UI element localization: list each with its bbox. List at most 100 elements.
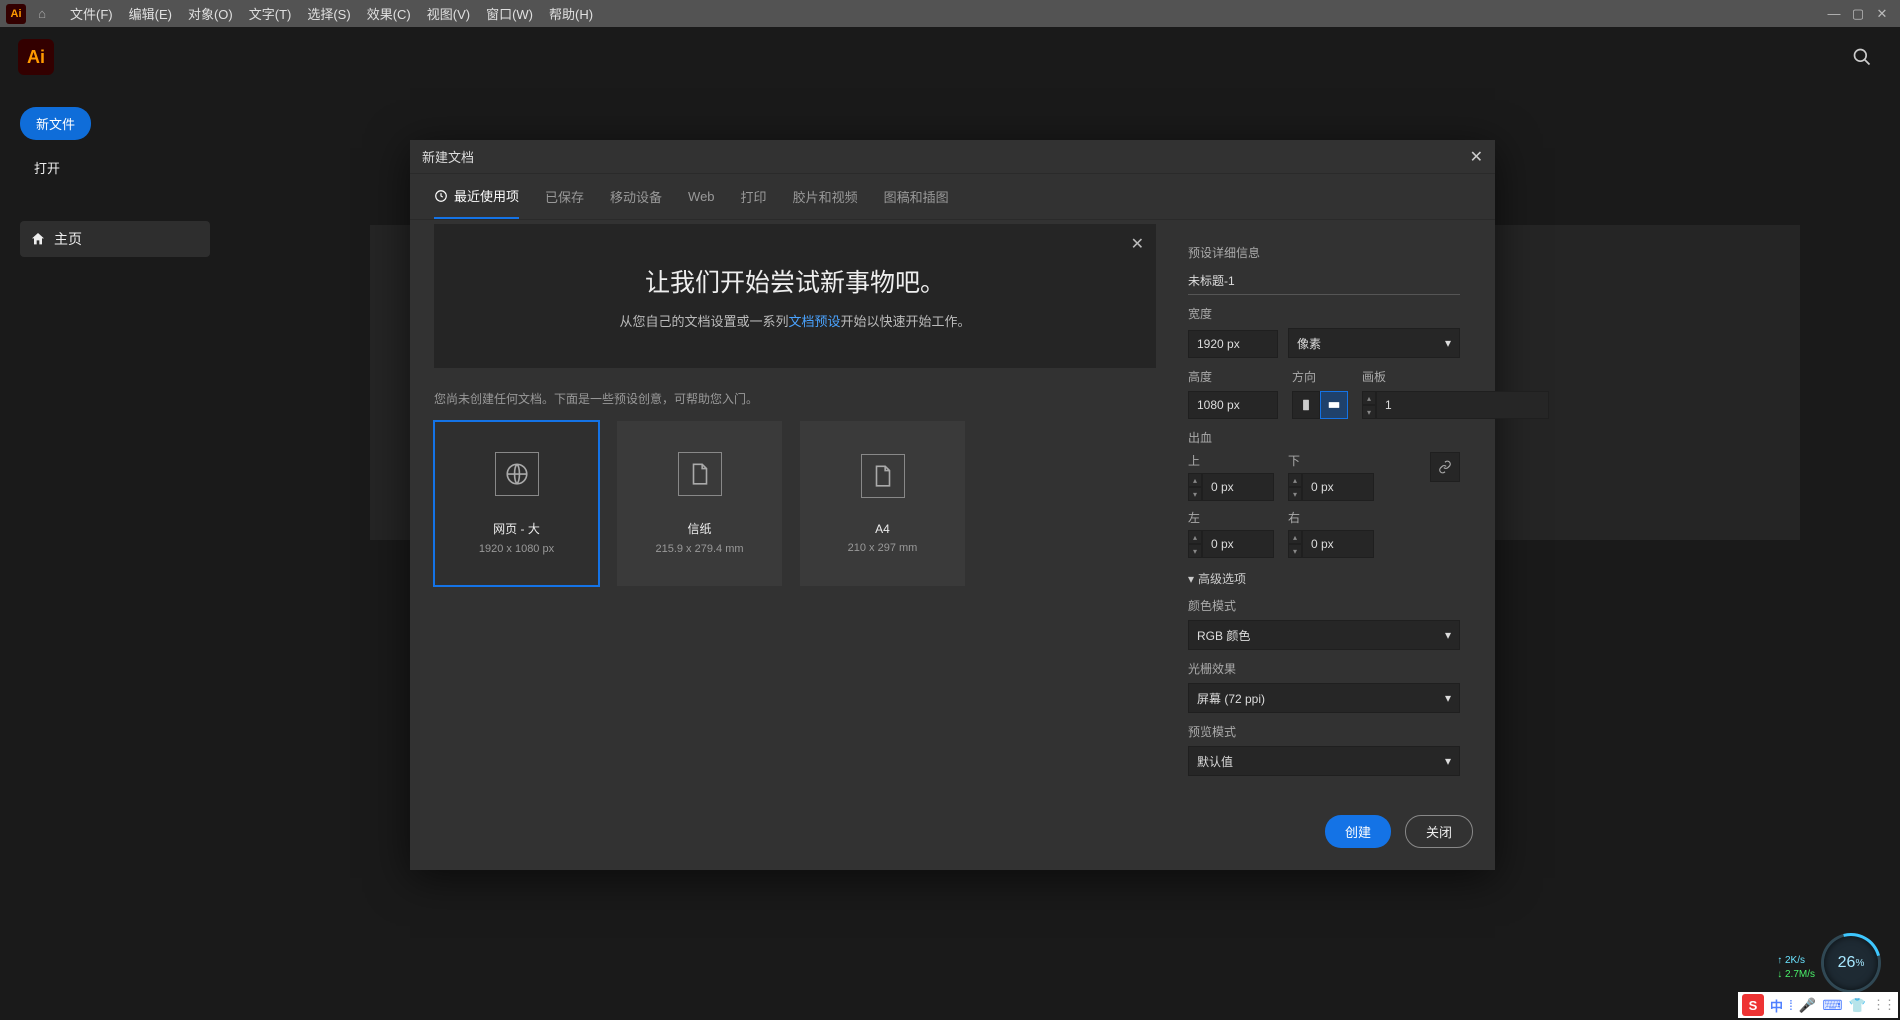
hero-link[interactable]: 文档预设 <box>788 314 840 329</box>
dialog-title: 新建文档 <box>422 147 474 166</box>
bleed-right-field[interactable] <box>1302 530 1374 558</box>
ime-language[interactable]: 中 <box>1770 996 1783 1015</box>
sogou-ime-icon[interactable]: S <box>1742 994 1764 1016</box>
tray-grip-icon[interactable]: ⋮⋮ <box>1872 997 1894 1013</box>
dialog-left-pane: ✕ 让我们开始尝试新事物吧。 从您自己的文档设置或一系列文档预设开始以快速开始工… <box>410 220 1180 870</box>
chevron-down-icon: ▾ <box>1188 572 1194 586</box>
document-name-field[interactable] <box>1188 267 1460 295</box>
preset-thumb-icon <box>861 454 905 498</box>
sidebar-label: 主页 <box>54 229 82 249</box>
ime-tray[interactable]: S 中 ⁞ 🎤 ⌨ 👕 ⋮⋮ <box>1738 992 1898 1018</box>
open-button[interactable]: 打开 <box>20 152 210 183</box>
units-select[interactable]: 像素 ▾ <box>1288 328 1460 358</box>
hero-close-icon[interactable]: ✕ <box>1131 234 1144 254</box>
artboard-field[interactable] <box>1376 391 1549 419</box>
orientation-landscape[interactable] <box>1320 391 1348 419</box>
tab-mobile[interactable]: 移动设备 <box>610 174 662 219</box>
close-button[interactable]: 关闭 <box>1405 815 1473 848</box>
tab-web[interactable]: Web <box>688 174 715 219</box>
menu-view[interactable]: 视图(V) <box>419 4 478 23</box>
create-button[interactable]: 创建 <box>1325 815 1391 848</box>
tab-saved[interactable]: 已保存 <box>545 174 584 219</box>
advanced-options-toggle[interactable]: ▾ 高级选项 <box>1188 570 1460 587</box>
home-nav-icon <box>30 231 46 247</box>
menubar: Ai ⌂ 文件(F) 编辑(E) 对象(O) 文字(T) 选择(S) 效果(C)… <box>0 0 1900 27</box>
preset-card-a4[interactable]: A4 210 x 297 mm <box>800 421 965 586</box>
new-file-button[interactable]: 新文件 <box>20 107 91 140</box>
home-icon[interactable]: ⌂ <box>32 6 52 21</box>
preset-title: 信纸 <box>687 520 711 537</box>
ime-keyboard-icon[interactable]: ⌨ <box>1822 997 1842 1014</box>
chevron-down-icon: ▾ <box>1445 754 1451 768</box>
sidebar-item-home[interactable]: 主页 <box>20 221 210 257</box>
tab-art[interactable]: 图稿和插图 <box>884 174 949 219</box>
search-icon[interactable] <box>1842 47 1882 67</box>
ime-punct-icon[interactable]: ⁞ <box>1789 997 1793 1013</box>
preset-thumb-icon <box>678 452 722 496</box>
height-field[interactable] <box>1188 391 1278 419</box>
ime-skin-icon[interactable]: 👕 <box>1849 997 1866 1014</box>
units-value: 像素 <box>1297 335 1321 352</box>
menu-edit[interactable]: 编辑(E) <box>121 4 180 23</box>
width-label: 宽度 <box>1188 305 1460 322</box>
dialog-titlebar: 新建文档 ✕ <box>410 140 1495 174</box>
window-minimize[interactable]: ― <box>1822 6 1846 21</box>
preset-title: A4 <box>875 522 890 536</box>
ime-mic-icon[interactable]: 🎤 <box>1799 997 1816 1014</box>
tab-recent[interactable]: 最近使用项 <box>434 174 519 219</box>
raster-label: 光栅效果 <box>1188 660 1460 677</box>
menu-file[interactable]: 文件(F) <box>62 4 121 23</box>
menu-window[interactable]: 窗口(W) <box>478 4 541 23</box>
chevron-down-icon: ▾ <box>1445 628 1451 642</box>
bleed-top-stepper[interactable]: ▴▾ <box>1188 473 1202 501</box>
orientation-portrait[interactable] <box>1292 391 1320 419</box>
raster-select[interactable]: 屏幕 (72 ppi) ▾ <box>1188 683 1460 713</box>
tab-print[interactable]: 打印 <box>741 174 767 219</box>
bleed-left-stepper[interactable]: ▴▾ <box>1188 530 1202 558</box>
left-sidebar: 新文件 打开 主页 <box>0 87 230 277</box>
width-field[interactable] <box>1188 330 1278 358</box>
raster-value: 屏幕 (72 ppi) <box>1197 690 1265 707</box>
bleed-top-field[interactable] <box>1202 473 1274 501</box>
menu-type[interactable]: 文字(T) <box>241 4 300 23</box>
orientation-label: 方向 <box>1292 368 1348 385</box>
hero-title: 让我们开始尝试新事物吧。 <box>645 263 945 299</box>
menu-help[interactable]: 帮助(H) <box>541 4 601 23</box>
bleed-bottom-stepper[interactable]: ▴▾ <box>1288 473 1302 501</box>
bleed-label: 出血 <box>1188 429 1460 446</box>
tab-label: 最近使用项 <box>454 186 519 205</box>
window-close[interactable]: ✕ <box>1870 6 1894 22</box>
color-mode-select[interactable]: RGB 颜色 ▾ <box>1188 620 1460 650</box>
clock-icon <box>434 189 448 203</box>
preview-mode-value: 默认值 <box>1197 753 1233 770</box>
preset-card-letter[interactable]: 信纸 215.9 x 279.4 mm <box>617 421 782 586</box>
dialog-tabs: 最近使用项 已保存 移动设备 Web 打印 胶片和视频 图稿和插图 <box>410 174 1495 220</box>
advanced-label: 高级选项 <box>1198 570 1246 587</box>
details-heading: 预设详细信息 <box>1188 244 1460 261</box>
bleed-top-label: 上 <box>1188 452 1274 469</box>
bleed-right-stepper[interactable]: ▴▾ <box>1288 530 1302 558</box>
preset-card-web-large[interactable]: 网页 - 大 1920 x 1080 px <box>434 421 599 586</box>
chevron-down-icon: ▾ <box>1445 336 1451 350</box>
app-badge: Ai <box>6 4 26 24</box>
bleed-left-field[interactable] <box>1202 530 1274 558</box>
artboard-stepper[interactable]: ▴▾ <box>1362 391 1376 419</box>
dialog-close-icon[interactable]: ✕ <box>1470 147 1483 167</box>
bleed-bottom-field[interactable] <box>1302 473 1374 501</box>
link-bleed-icon[interactable] <box>1430 452 1460 482</box>
window-maximize[interactable]: ▢ <box>1846 6 1870 22</box>
hero-banner: ✕ 让我们开始尝试新事物吧。 从您自己的文档设置或一系列文档预设开始以快速开始工… <box>434 224 1156 368</box>
preset-details-panel: 预设详细信息 宽度 像素 ▾ 高度 方向 <box>1180 220 1480 870</box>
preset-thumb-icon <box>495 452 539 496</box>
preview-mode-select[interactable]: 默认值 ▾ <box>1188 746 1460 776</box>
preset-dims: 215.9 x 279.4 mm <box>655 543 743 555</box>
menu-object[interactable]: 对象(O) <box>180 4 241 23</box>
menu-effect[interactable]: 效果(C) <box>359 4 419 23</box>
menu-select[interactable]: 选择(S) <box>299 4 358 23</box>
home-toolbar: Ai <box>0 27 1900 87</box>
net-speeds: ↑ 2K/s ↓ 2.7M/s <box>1777 954 1815 982</box>
tab-film[interactable]: 胶片和视频 <box>793 174 858 219</box>
color-mode-value: RGB 颜色 <box>1197 627 1250 644</box>
network-monitor-widget[interactable]: 26% <box>1824 936 1878 990</box>
artboard-label: 画板 <box>1362 368 1549 385</box>
